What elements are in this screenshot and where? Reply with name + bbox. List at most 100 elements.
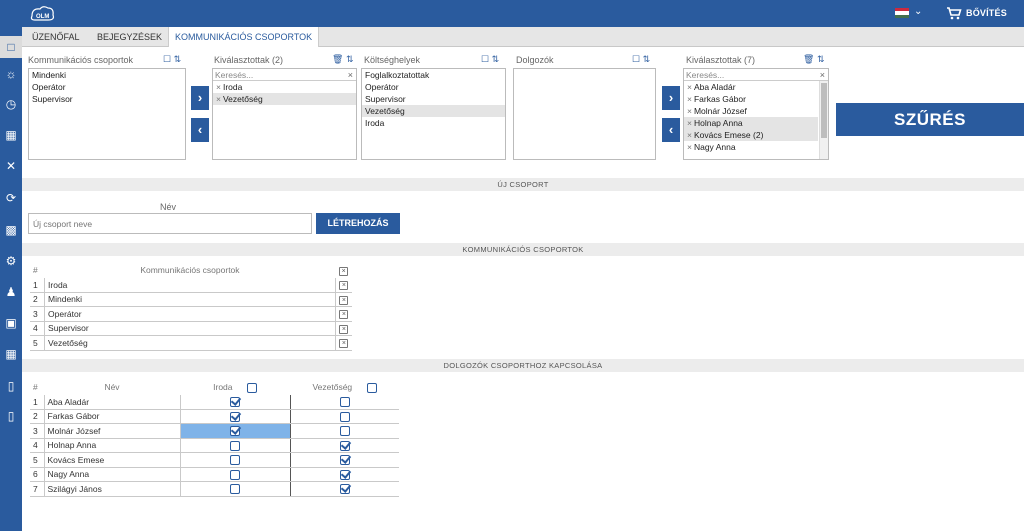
create-button[interactable]: LÉTREHOZÁS <box>316 213 400 234</box>
move-right-button[interactable]: › <box>191 86 209 110</box>
list-item[interactable]: × Vezetőség <box>213 93 356 105</box>
olm-logo[interactable]: OLM <box>28 4 56 24</box>
sun-icon[interactable]: ☼ <box>3 66 19 82</box>
list-item[interactable]: Operátor <box>362 81 505 93</box>
scrollbar-thumb[interactable] <box>821 83 827 138</box>
list-item[interactable]: × Molnár József <box>684 105 818 117</box>
cart-icon[interactable] <box>946 6 962 20</box>
table-row[interactable]: 1 Aba Aladár <box>30 394 399 410</box>
tab-entries[interactable]: BEJEGYZÉSEK <box>91 27 168 47</box>
group-name[interactable]: Vezetőség <box>44 335 336 351</box>
table-row[interactable]: 4 Supervisor × <box>30 321 352 336</box>
delete-icon[interactable]: × <box>339 324 349 334</box>
sync-icon[interactable]: ⟳ <box>3 190 19 206</box>
trash-icon[interactable]: 🗑 <box>332 54 343 64</box>
delete-icon[interactable]: × <box>339 266 349 276</box>
vezetoseg-checkbox[interactable] <box>339 426 350 437</box>
table-row[interactable]: 2 Farkas Gábor <box>30 409 399 424</box>
select-all-checkbox-icon[interactable]: ☐ <box>632 54 640 64</box>
tab-message-board[interactable]: ÜZENŐFAL <box>26 27 86 47</box>
remove-icon[interactable]: × <box>687 118 692 128</box>
list-item[interactable]: × Iroda <box>213 81 356 93</box>
select-all-checkbox-icon[interactable]: ☐ <box>481 54 489 64</box>
move-right-button-employees[interactable]: › <box>662 86 680 110</box>
remove-icon[interactable]: × <box>687 142 692 152</box>
vezetoseg-checkbox[interactable] <box>339 484 350 495</box>
list-item[interactable]: × Nagy Anna <box>684 141 818 153</box>
list-item[interactable]: × Kovács Emese (2) <box>684 129 818 141</box>
delete-icon[interactable]: × <box>339 310 349 320</box>
clear-search-icon[interactable]: × <box>820 69 825 81</box>
iroda-checkbox[interactable] <box>230 396 240 407</box>
list-item[interactable]: Supervisor <box>29 93 185 105</box>
delete-icon[interactable]: × <box>339 339 349 349</box>
tools-icon[interactable]: ✕ <box>3 158 19 174</box>
settings-icon[interactable]: ⚙ <box>3 253 19 269</box>
column-iroda-select-all-checkbox[interactable] <box>246 382 257 393</box>
sort-icon[interactable]: ⇅ <box>174 54 182 64</box>
inbox-alt-icon[interactable]: ▯ <box>3 408 19 424</box>
factory-icon[interactable]: ▣ <box>3 315 19 331</box>
cost-centers-listbox[interactable]: Foglalkoztatottak Operátor Supervisor Vezet… <box>361 68 506 160</box>
vezetoseg-checkbox[interactable] <box>339 455 350 466</box>
remove-icon[interactable]: × <box>216 82 221 92</box>
iroda-checkbox[interactable] <box>230 440 240 451</box>
calendar-icon[interactable]: ▦ <box>3 127 19 143</box>
tab-communication-groups[interactable]: KOMMUNIKÁCIÓS CSOPORTOK <box>168 27 320 47</box>
group-name[interactable]: Operátor <box>44 306 336 322</box>
delete-icon[interactable]: × <box>339 281 349 290</box>
sort-icon[interactable]: ⇅ <box>346 54 354 64</box>
table-row[interactable]: 7 Szilágyi János <box>30 481 399 497</box>
vezetoseg-checkbox[interactable] <box>339 396 350 407</box>
group-name[interactable]: Iroda <box>44 277 336 293</box>
select-all-checkbox-icon[interactable]: ☐ <box>163 54 171 64</box>
sort-icon[interactable]: ⇅ <box>643 54 651 64</box>
table-row[interactable]: 5 Kovács Emese <box>30 452 399 468</box>
list-item[interactable]: Supervisor <box>362 93 505 105</box>
trash-icon[interactable]: 🗑 <box>803 54 814 64</box>
iroda-checkbox[interactable] <box>230 484 240 495</box>
list-item[interactable]: × Aba Aladár <box>684 81 818 93</box>
remove-icon[interactable]: × <box>687 82 692 92</box>
iroda-checkbox[interactable] <box>230 455 240 466</box>
table-row[interactable]: 5 Vezetőség × <box>30 335 352 351</box>
remove-icon[interactable]: × <box>687 94 692 104</box>
list-item[interactable]: Foglalkoztatottak <box>362 69 505 81</box>
iroda-checkbox[interactable] <box>230 426 240 437</box>
expand-link[interactable]: BŐVÍTÉS <box>966 8 1007 18</box>
vezetoseg-checkbox[interactable] <box>339 469 350 480</box>
groups-listbox[interactable]: Mindenki Operátor Supervisor <box>28 68 186 160</box>
inbox-icon[interactable]: ▯ <box>3 378 19 394</box>
building-icon[interactable]: □ <box>0 36 22 58</box>
table-row[interactable]: 1 Iroda × <box>30 277 352 293</box>
grid-chart-icon[interactable]: ▦ <box>3 346 19 362</box>
list-item[interactable]: × Farkas Gábor <box>684 93 818 105</box>
hungarian-flag-icon[interactable] <box>895 8 909 18</box>
selected-groups-listbox[interactable]: Keresés... × × Iroda × Vezetőség <box>212 68 357 160</box>
list-item[interactable]: × Holnap Anna <box>684 117 818 129</box>
vezetoseg-checkbox[interactable] <box>339 440 350 451</box>
clock-icon[interactable]: ◷ <box>3 96 19 112</box>
employees-listbox[interactable] <box>513 68 656 160</box>
remove-icon[interactable]: × <box>687 130 692 140</box>
filter-button[interactable]: SZŰRÉS <box>836 103 1024 136</box>
table-row[interactable]: 3 Molnár József <box>30 423 399 439</box>
list-item[interactable]: Operátor <box>29 81 185 93</box>
table-row[interactable]: 6 Nagy Anna <box>30 467 399 482</box>
list-item[interactable]: Iroda <box>362 117 505 129</box>
list-item[interactable]: Vezetőség <box>362 105 505 117</box>
column-vezetoseg-label[interactable]: Vezetőség <box>312 382 352 392</box>
selected-groups-search[interactable]: Keresés... × <box>213 69 356 81</box>
list-item[interactable]: Mindenki <box>29 69 185 81</box>
column-vezetoseg-select-all-checkbox[interactable] <box>366 382 377 393</box>
users-icon[interactable]: ♟ <box>3 284 19 300</box>
clear-search-icon[interactable]: × <box>348 69 353 81</box>
move-left-button[interactable]: ‹ <box>191 118 209 142</box>
selected-employees-listbox[interactable]: Keresés... × × Aba Aladár × Farkas Gábor × Mo… <box>683 68 829 160</box>
table-row[interactable]: 4 Holnap Anna <box>30 438 399 453</box>
column-header-name[interactable]: Név <box>44 380 180 395</box>
iroda-checkbox[interactable] <box>230 411 240 422</box>
selected-employees-search[interactable]: Keresés... × <box>684 69 828 81</box>
sort-icon[interactable]: ⇅ <box>817 54 825 64</box>
table-row[interactable]: 2 Mindenki × <box>30 292 352 307</box>
